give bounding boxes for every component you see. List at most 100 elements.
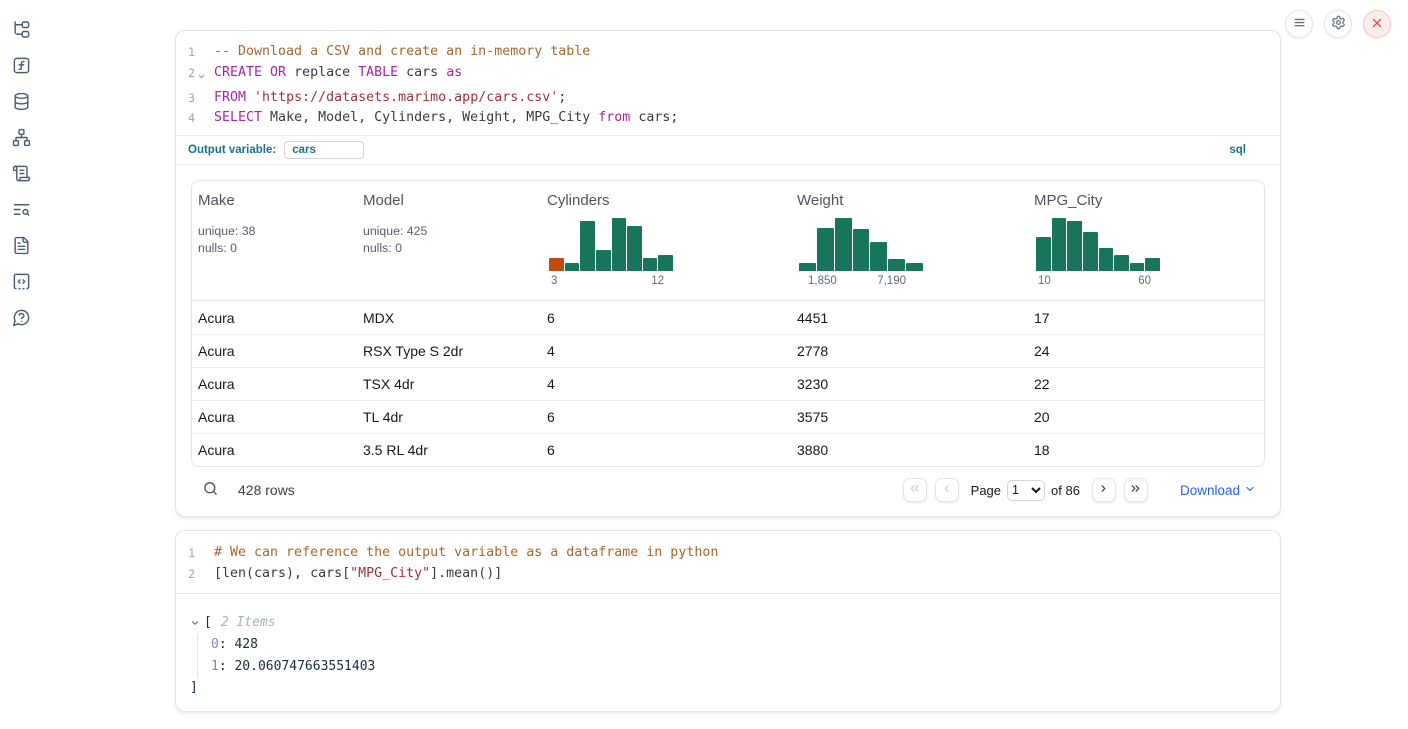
sidebar-item-file-explorer[interactable] — [9, 20, 33, 44]
table-cell[interactable]: Acura — [192, 376, 357, 392]
table-cell[interactable]: 2778 — [791, 343, 1028, 359]
output-variable-input[interactable] — [284, 141, 364, 159]
fold-chevron-icon[interactable] — [195, 63, 208, 88]
table-cell[interactable]: 3575 — [791, 409, 1028, 425]
table-cell[interactable]: RSX Type S 2dr — [357, 343, 541, 359]
sidebar-item-data-sources[interactable] — [9, 92, 33, 116]
item-value: 20.060747663551403 — [234, 659, 375, 674]
table-cell[interactable]: 4 — [541, 376, 791, 392]
sidebar-item-help[interactable] — [9, 308, 33, 332]
histogram-bar[interactable] — [799, 263, 816, 271]
settings-button[interactable] — [1324, 10, 1352, 38]
sidebar-item-snippets[interactable] — [9, 272, 33, 296]
menu-button[interactable] — [1285, 10, 1313, 38]
histogram-bar[interactable] — [1052, 218, 1067, 271]
sql-code-editor[interactable]: 1-- Download a CSV and create an in-memo… — [176, 31, 1280, 135]
shutdown-button[interactable] — [1363, 10, 1391, 38]
tree-collapse-chevron-icon[interactable] — [190, 618, 201, 628]
previous-page-button[interactable] — [935, 478, 959, 502]
column-histogram: 1,8507,190 — [799, 218, 923, 287]
table-cell[interactable]: 6 — [541, 409, 791, 425]
first-page-button[interactable] — [903, 478, 927, 502]
table-cell[interactable]: MDX — [357, 310, 541, 326]
table-cell[interactable]: 3.5 RL 4dr — [357, 442, 541, 458]
histogram-bar[interactable] — [888, 259, 905, 271]
histogram-bar[interactable] — [1145, 258, 1160, 271]
column-name[interactable]: Cylinders — [547, 192, 783, 209]
next-page-button[interactable] — [1092, 478, 1116, 502]
python-code-editor[interactable]: 1# We can reference the output variable … — [176, 531, 1280, 593]
table-cell[interactable]: 17 — [1028, 310, 1264, 326]
sidebar-item-documentation[interactable] — [9, 236, 33, 260]
code-line[interactable]: 2[len(cars), cars["MPG_City"].mean()] — [176, 564, 1280, 585]
histogram-bar[interactable] — [565, 263, 580, 271]
column-name[interactable]: Make — [198, 192, 349, 209]
histogram-bar[interactable] — [1130, 263, 1145, 271]
table-cell[interactable]: 6 — [541, 442, 791, 458]
table-cell[interactable]: TSX 4dr — [357, 376, 541, 392]
table-row[interactable]: AcuraRSX Type S 2dr4277824 — [192, 334, 1264, 367]
code-line[interactable]: 4SELECT Make, Model, Cylinders, Weight, … — [176, 108, 1280, 129]
table-row[interactable]: AcuraTSX 4dr4323022 — [192, 367, 1264, 400]
histogram-bar[interactable] — [1083, 232, 1098, 271]
sidebar-item-tracing[interactable] — [9, 200, 33, 224]
sidebar-item-dependency-graph[interactable] — [9, 128, 33, 152]
histogram-bar[interactable] — [1067, 221, 1082, 271]
table-cell[interactable]: 3880 — [791, 442, 1028, 458]
histogram-bar[interactable] — [580, 221, 595, 271]
close-x-icon — [1370, 16, 1384, 33]
histogram-bar[interactable] — [658, 255, 673, 271]
item-index: 0 — [211, 637, 219, 652]
histogram-min-label: 3 — [551, 275, 557, 287]
sidebar-item-logs[interactable] — [9, 164, 33, 188]
page-indicator: Page 1 of 86 — [971, 480, 1080, 501]
table-row[interactable]: AcuraMDX6445117 — [192, 301, 1264, 334]
table-cell[interactable]: 24 — [1028, 343, 1264, 359]
table-cell[interactable]: 6 — [541, 310, 791, 326]
language-badge-sql[interactable]: sql — [1229, 144, 1246, 156]
table-cell[interactable]: Acura — [192, 409, 357, 425]
histogram-bar[interactable] — [1114, 255, 1129, 271]
column-name[interactable]: Weight — [797, 192, 1020, 209]
histogram-bar[interactable] — [596, 250, 611, 271]
code-line[interactable]: 2CREATE OR replace TABLE cars as — [176, 63, 1280, 88]
column-name[interactable]: MPG_City — [1034, 192, 1256, 209]
search-icon — [202, 480, 219, 500]
table-cell[interactable]: 22 — [1028, 376, 1264, 392]
table-row[interactable]: Acura3.5 RL 4dr6388018 — [192, 433, 1264, 466]
histogram-bar[interactable] — [1036, 237, 1051, 271]
code-line[interactable]: 1# We can reference the output variable … — [176, 543, 1280, 564]
table-cell[interactable]: 20 — [1028, 409, 1264, 425]
histogram-min-label: 10 — [1038, 275, 1051, 287]
histogram-bar[interactable] — [612, 218, 627, 271]
histogram-bar[interactable] — [906, 263, 923, 271]
histogram-bar[interactable] — [627, 226, 642, 271]
search-button[interactable] — [198, 478, 222, 502]
table-cell[interactable]: TL 4dr — [357, 409, 541, 425]
table-row[interactable]: AcuraTL 4dr6357520 — [192, 400, 1264, 433]
table-cell[interactable]: 4 — [541, 343, 791, 359]
sidebar-item-variables[interactable] — [9, 56, 33, 80]
histogram-bar[interactable] — [870, 242, 887, 271]
histogram-bar[interactable] — [817, 228, 834, 271]
code-line[interactable]: 1-- Download a CSV and create an in-memo… — [176, 42, 1280, 63]
table-cell[interactable]: 18 — [1028, 442, 1264, 458]
code-line[interactable]: 3FROM 'https://datasets.marimo.app/cars.… — [176, 88, 1280, 109]
table-cell[interactable]: Acura — [192, 343, 357, 359]
histogram-bar[interactable] — [853, 229, 870, 271]
download-button[interactable]: Download — [1180, 483, 1256, 498]
histogram-bar[interactable] — [549, 258, 564, 271]
histogram-min-label: 1,850 — [808, 275, 837, 287]
column-name[interactable]: Model — [363, 192, 533, 209]
histogram-bar[interactable] — [643, 258, 658, 271]
table-cell[interactable]: 3230 — [791, 376, 1028, 392]
table-cell[interactable]: Acura — [192, 310, 357, 326]
page-select[interactable]: 1 — [1007, 480, 1045, 501]
table-cell[interactable]: 4451 — [791, 310, 1028, 326]
histogram-bar[interactable] — [835, 218, 852, 271]
last-page-button[interactable] — [1124, 478, 1148, 502]
histogram-bar[interactable] — [1099, 248, 1114, 271]
table-cell[interactable]: Acura — [192, 442, 357, 458]
sidebar — [9, 20, 35, 332]
histogram-axis-labels: 1060 — [1036, 275, 1160, 287]
